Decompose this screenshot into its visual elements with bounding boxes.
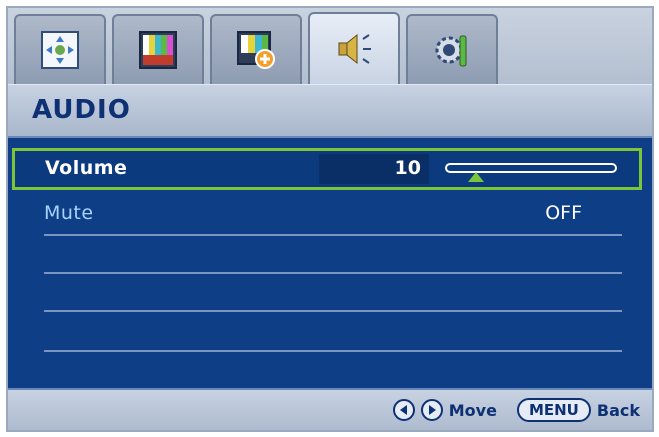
- menu-content: Volume 10 Mute OFF: [8, 136, 652, 396]
- volume-slider-knob[interactable]: [467, 172, 484, 182]
- picture-adjust-icon: [41, 31, 79, 69]
- divider: [44, 310, 622, 312]
- volume-value: 10: [394, 157, 421, 179]
- tab-bar: [8, 8, 652, 84]
- tab-picture[interactable]: [14, 14, 106, 84]
- menu-button[interactable]: MENU: [516, 398, 591, 422]
- color-bars-icon: [139, 31, 177, 69]
- menu-title-bar: AUDIO: [8, 84, 652, 137]
- volume-value-box: 10: [319, 154, 429, 184]
- speaker-icon: [338, 33, 371, 65]
- tab-system[interactable]: [406, 14, 498, 84]
- volume-label: Volume: [45, 157, 128, 179]
- system-settings-icon: [435, 35, 467, 67]
- osd-window: AUDIO Volume 10 Mute OFF Move MENU Back: [6, 6, 654, 432]
- divider: [44, 234, 622, 236]
- tab-picture-advanced[interactable]: [210, 14, 302, 84]
- tab-audio[interactable]: [308, 12, 400, 84]
- tab-picture-color[interactable]: [112, 14, 204, 84]
- right-arrow-icon: [428, 405, 436, 415]
- menu-item-volume[interactable]: Volume 10: [12, 148, 642, 190]
- volume-slider[interactable]: [445, 163, 617, 182]
- footer-hint-bar: Move MENU Back: [8, 388, 652, 430]
- left-arrow-icon: [399, 405, 407, 415]
- move-hint: Move: [448, 400, 497, 420]
- menu-item-mute[interactable]: Mute OFF: [44, 196, 622, 234]
- picture-advanced-icon: [237, 31, 275, 69]
- page-title: AUDIO: [32, 95, 131, 125]
- mute-label: Mute: [44, 202, 94, 224]
- divider: [44, 272, 622, 274]
- divider: [44, 350, 622, 352]
- footer-hints: Move MENU Back: [392, 396, 640, 424]
- back-hint: Back: [596, 400, 640, 420]
- left-arrow-button[interactable]: [392, 399, 415, 421]
- mute-value: OFF: [545, 202, 582, 224]
- right-arrow-button[interactable]: [420, 399, 443, 421]
